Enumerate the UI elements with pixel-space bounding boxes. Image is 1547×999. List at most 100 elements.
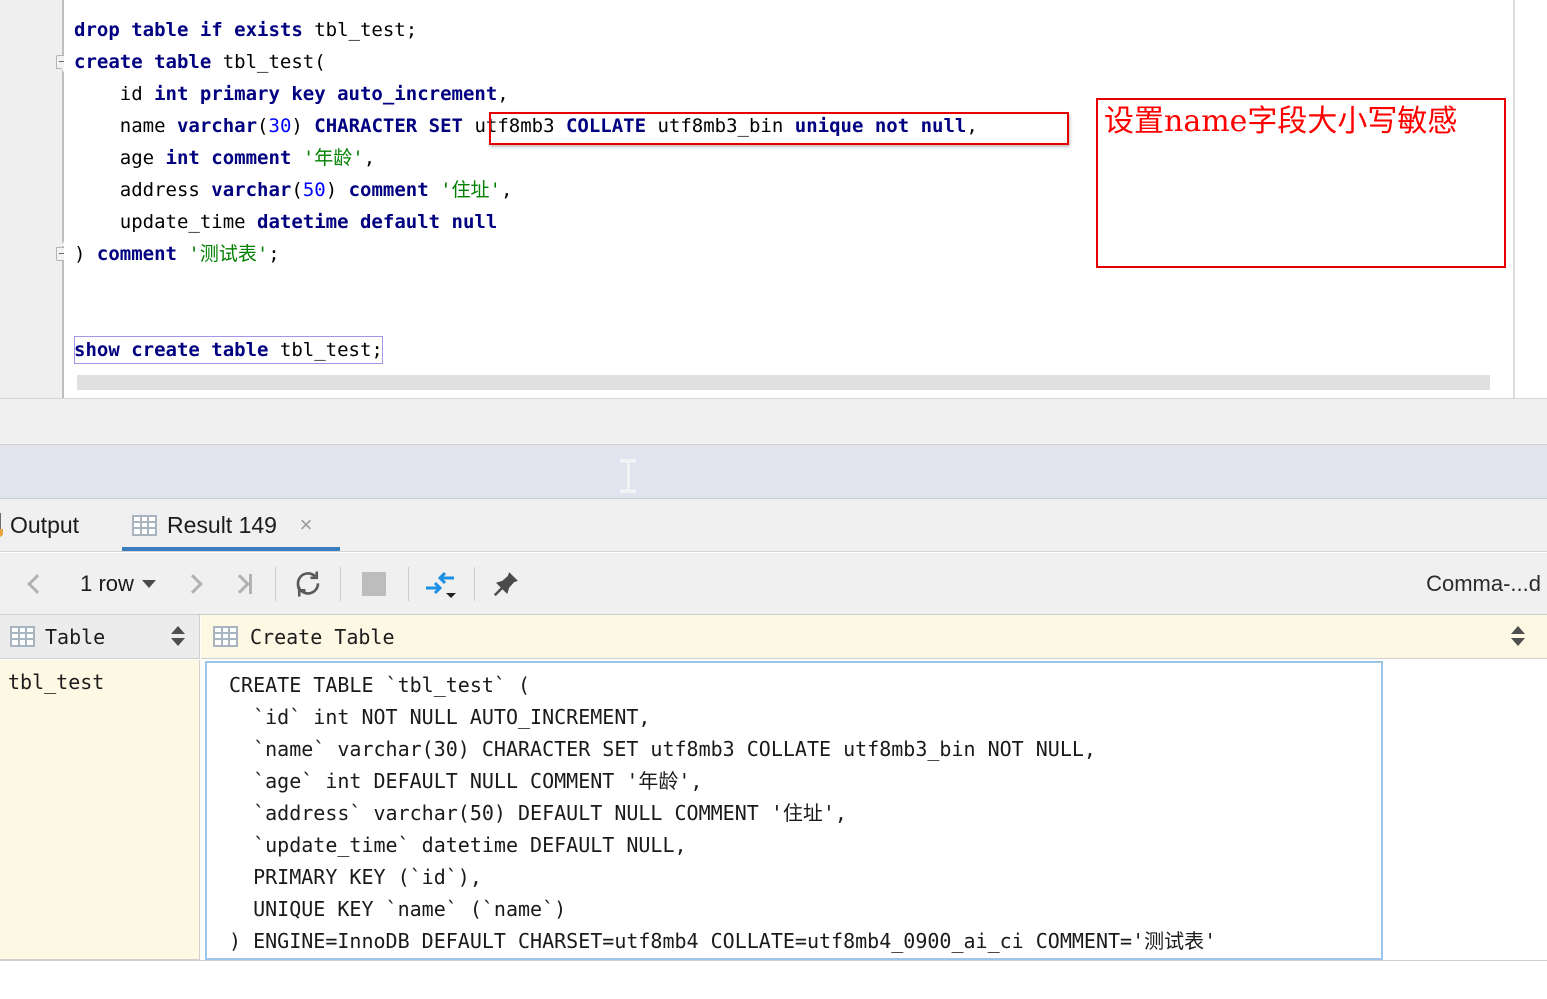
code-line-5[interactable]: age int comment '年龄', [74,142,375,174]
editor-hscrollbar-thumb[interactable] [77,375,1490,390]
code-line-1[interactable]: drop table if exists tbl_test; [74,14,417,46]
toolbar-separator [340,567,341,601]
result-grid[interactable]: Table Create Table tbl_test CREATE TABLE… [0,615,1547,999]
annotation-note-text: 设置name字段大小写敏感 [1104,104,1458,139]
reload-page-button[interactable] [286,553,330,614]
tab-output-label: Output [10,511,80,538]
code-line-6[interactable]: address varchar(50) comment '住址', [74,174,513,206]
code-token: comment [348,179,441,201]
next-page-button[interactable] [176,553,210,614]
toolbar-separator [408,567,409,601]
editor-gutter[interactable] [0,0,63,398]
code-token: ) [74,243,97,265]
grid-icon [132,514,157,536]
sort-toggle-icon[interactable] [171,626,185,648]
cell-table-value[interactable]: tbl_test [0,660,200,960]
sql-line: UNIQUE KEY `name` (`name`) [229,897,567,921]
code-token: int primary key auto_increment [154,83,498,105]
code-line-3[interactable]: id int primary key auto_increment, [74,78,509,110]
column-header-create-table-label: Create Table [250,624,395,649]
editor-results-splitter[interactable] [0,398,1547,445]
sql-line: `age` int DEFAULT NULL COMMENT '年龄', [229,769,703,793]
code-token: comment [96,243,189,265]
grid-column-icon [213,626,238,647]
code-token: varchar [211,179,292,201]
code-token: datetime default null [257,211,498,233]
pin-button[interactable] [484,553,528,614]
code-token: int comment [165,147,303,169]
sql-line: `update_time` datetime DEFAULT NULL, [229,833,687,857]
row-count-dropdown[interactable]: 1 row [62,553,174,614]
annotation-rect-collate [489,112,1069,145]
stop-icon [362,571,386,596]
row-count-label: 1 row [80,570,134,596]
results-tabbar[interactable]: Output Result 149 × [0,499,1547,552]
sql-line: CREATE TABLE `tbl_test` ( [229,673,531,697]
sql-line: PRIMARY KEY (`id`), [229,865,482,889]
chevron-right-icon [229,573,250,594]
code-line-2[interactable]: create table tbl_test( [74,46,326,78]
transpose-icon [426,571,456,598]
code-token: ( [291,179,303,201]
column-header-create-table[interactable]: Create Table [201,615,1547,659]
code-token: ( [257,115,269,137]
code-token: ) [291,115,315,137]
sql-editor-pane[interactable]: drop table if exists tbl_test; create ta… [0,0,1547,398]
output-format-selector[interactable]: Comma-...d [1426,553,1541,614]
output-panel-icon [0,513,6,537]
code-token: CHARACTER SET [314,115,475,137]
pin-icon [493,571,518,596]
column-header-table[interactable]: Table [0,615,200,659]
output-format-label: Comma-...d [1426,570,1541,596]
refresh-icon [296,571,320,596]
tab-active-indicator [122,547,340,551]
code-token: create table [74,51,223,73]
code-token: id [119,83,155,105]
sort-toggle-icon[interactable] [1511,626,1525,648]
code-token: tbl_test( [222,51,326,73]
code-token: , [497,83,509,105]
grid-column-icon [10,626,35,647]
code-token: 50 [302,179,326,201]
row-divider [0,960,1547,961]
chevron-left-icon [27,573,47,594]
code-token: , [363,147,376,169]
code-token: drop table if exists [74,19,315,41]
sql-line: `address` varchar(50) DEFAULT NULL COMME… [229,801,847,825]
result-toolbar[interactable]: 1 row Comma-...d [0,553,1547,615]
sql-line: `name` varchar(30) CHARACTER SET utf8mb3… [229,737,1096,761]
code-token: , [501,179,513,201]
statement-scope-box [74,336,383,364]
stop-button[interactable] [352,553,396,614]
sql-line: `id` int NOT NULL AUTO_INCREMENT, [229,705,651,729]
transpose-button[interactable] [418,553,464,614]
chevron-right-icon [183,573,203,594]
code-token: '年龄' [302,147,364,169]
toolbar-separator [275,567,276,601]
code-token: name [119,115,177,137]
code-line-8[interactable]: ) comment '测试表'; [74,238,280,270]
toolbar-separator [474,567,475,601]
tab-output[interactable]: Output [0,499,89,551]
code-token: ) [325,179,349,201]
tab-result[interactable]: Result 149 [122,499,287,551]
code-token: tbl_test; [314,19,418,41]
column-header-table-label: Table [45,624,106,649]
code-token: '测试表' [188,243,269,265]
editor-right-divider [1513,0,1515,398]
code-token: ; [268,243,280,265]
code-token: 30 [268,115,292,137]
secondary-panel-strip[interactable] [0,445,1547,499]
cell-create-table-value[interactable]: CREATE TABLE `tbl_test` ( `id` int NOT N… [205,661,1383,960]
last-page-button[interactable] [222,553,262,614]
code-token: varchar [176,115,258,137]
sql-line: ) ENGINE=InnoDB DEFAULT CHARSET=utf8mb4 … [229,929,1217,953]
close-icon[interactable]: × [296,514,316,536]
code-line-7[interactable]: update_time datetime default null [74,206,498,238]
code-token: address [119,179,212,201]
previous-page-button[interactable] [20,553,54,614]
